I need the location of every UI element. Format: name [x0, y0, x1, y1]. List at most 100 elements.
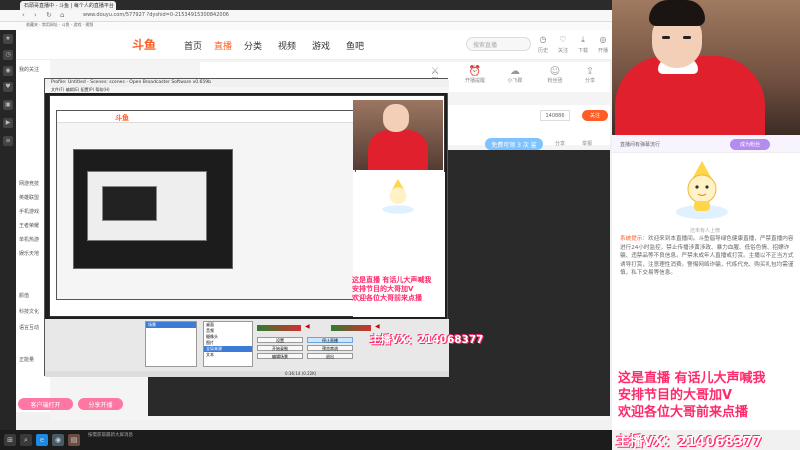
site-header: 斗鱼 首页 直播 分类 视频 游戏 鱼吧 搜索直播 ◷ 历史 ♡ 关注 ⤓ 下载… — [16, 30, 612, 60]
follow-count: 140886 — [540, 110, 570, 121]
nav-yuba[interactable]: 鱼吧 — [346, 39, 364, 52]
preview-overlay-line: 欢迎各位大哥前来点播 — [352, 294, 422, 302]
nav-video[interactable]: 视频 — [278, 39, 296, 52]
mascot-icon — [676, 161, 728, 219]
sidebar-item-follow[interactable]: 我的关注 — [19, 66, 39, 73]
ufo-button[interactable]: ☁ 小飞碟 — [500, 66, 530, 84]
sidebar-item-ent[interactable]: 娱乐天地 — [19, 250, 39, 257]
preview-button[interactable]: 预览串流 — [307, 345, 353, 351]
sidebar-item-wzry[interactable]: 王者荣耀 — [19, 222, 39, 229]
mic-icon[interactable]: ◀ — [375, 323, 380, 330]
exit-button[interactable]: 退出 — [307, 353, 353, 359]
star-icon[interactable]: ★ — [3, 34, 13, 44]
follow-button[interactable]: 关注 — [582, 110, 608, 121]
nav-category[interactable]: 分类 — [244, 39, 262, 52]
screen: e ★ ◷ ◉ ♥ ▣ ▶ ≡ 石頭哥直播中 - 斗鱼 | 每个人的直播平台 ‹… — [0, 0, 800, 450]
sidebar-item-mobile[interactable]: 手机游戏 — [19, 208, 39, 215]
stream-time: 0:36:14 (0.22K) — [285, 371, 317, 376]
search-icon[interactable]: ⌕ — [20, 434, 32, 446]
source-item[interactable]: 文本 — [204, 352, 252, 358]
folder-icon[interactable]: ▤ — [68, 434, 80, 446]
video-icon[interactable]: ▶ — [3, 118, 13, 128]
forward-icon[interactable]: › — [34, 11, 37, 19]
browser-taskbar-icon[interactable]: e — [36, 434, 48, 446]
history-label: 历史 — [537, 48, 548, 54]
mic-volume-meter[interactable] — [331, 325, 371, 331]
start-icon[interactable]: ⊞ — [4, 434, 16, 446]
browser-tab[interactable]: 石頭哥直播中 - 斗鱼 | 每个人的直播平台 — [20, 1, 116, 10]
sidebar-item-positive[interactable]: 正能量 — [19, 356, 34, 363]
alarm-icon: ⏰ — [468, 66, 482, 77]
nav-home[interactable]: 首页 — [184, 39, 202, 52]
sidebar-item-yanzhi[interactable]: 颜值 — [19, 292, 29, 299]
history-icon[interactable]: ◷ — [536, 35, 550, 45]
share-button[interactable]: ⇪ 分享 — [575, 66, 605, 84]
anchor-vx-overlay: 主播VX：214068377 — [616, 434, 762, 450]
sidebar-item-tech[interactable]: 科技文化 — [19, 308, 39, 315]
report-link[interactable]: 举报 — [582, 140, 592, 147]
chat-header: 直播间有弹幕流行 — [612, 135, 800, 153]
eye-left — [662, 36, 670, 39]
stop-stream-button[interactable]: 停止直播 — [307, 337, 353, 343]
broadcast-icon[interactable]: ◎ — [596, 35, 610, 45]
home-icon[interactable]: ⌂ — [60, 11, 64, 19]
follow-label: 关注 — [557, 48, 568, 54]
nested-logo: 斗鱼 — [115, 114, 129, 122]
broadcast-label: 开播 — [597, 48, 608, 54]
obs-status-bar: 0:36:14 (0.22K) — [45, 371, 449, 377]
nested-mascot-icon — [382, 178, 414, 214]
obs-menubar[interactable]: 文件(F) 编辑(E) 配置(P) 帮助(H) — [45, 87, 449, 93]
scene-list[interactable]: 场景 — [145, 321, 197, 367]
speaker-icon[interactable]: ◀ — [305, 323, 310, 330]
nav-game[interactable]: 游戏 — [312, 39, 330, 52]
nested-streamer-face — [383, 104, 409, 132]
sidebar-item-voice[interactable]: 语言互动 — [19, 324, 39, 331]
record-button[interactable]: 开始录制 — [257, 345, 303, 351]
heart-icon[interactable]: ♥ — [3, 82, 13, 92]
scene-item[interactable]: 场景 — [146, 322, 196, 328]
follow-icon[interactable]: ♡ — [556, 35, 570, 45]
stream-overlay-text: 这是直播 有话儿大声喊我 安排节目的大哥加V 欢迎各位大哥前来点播 — [618, 370, 800, 421]
edit-scene-button[interactable]: 编辑场景 — [257, 353, 303, 359]
nav-live[interactable]: 直播 — [214, 39, 232, 52]
bookmarks-bar[interactable]: 收藏夹 · 常用网址 · 斗鱼 · 游戏 · 视频 — [0, 22, 612, 30]
obs-titlebar[interactable]: Profile: Untitled - Scenes: scenes - Ope… — [45, 79, 449, 87]
sidebar-item-lol[interactable]: 英雄联盟 — [19, 194, 39, 201]
douyu-logo[interactable]: 斗鱼 — [132, 36, 172, 53]
back-icon[interactable]: ‹ — [22, 11, 25, 19]
taskbar-tip: 按需获取最新大屏消息 — [88, 433, 133, 438]
open-client-button[interactable]: 客户端打开 — [18, 398, 73, 410]
free-gift-badge[interactable]: 免费可领 3 次 鲨 — [485, 138, 543, 150]
overlay-line: 这是直播 有话儿大声喊我 — [618, 371, 766, 386]
overlay-line: 欢迎各位大哥前来点播 — [618, 405, 749, 420]
share-link[interactable]: 分享 — [555, 140, 565, 147]
obs-taskbar-icon[interactable]: ◉ — [52, 434, 64, 446]
nested-header: 斗鱼 — [57, 111, 357, 123]
nested-streamer-body — [368, 130, 428, 170]
clock-icon[interactable]: ◷ — [3, 50, 13, 60]
streamer-hair — [649, 0, 705, 26]
eye-right — [683, 36, 691, 39]
settings-button[interactable]: 设置 — [257, 337, 303, 343]
source-list[interactable]: 桌面 音频 摄像头 图片 全局来源 文本 — [203, 321, 253, 367]
list-icon[interactable]: ≡ — [3, 136, 13, 146]
desktop-volume-meter[interactable] — [257, 325, 301, 331]
search-input[interactable]: 搜索直播 — [466, 37, 531, 51]
remind-button[interactable]: ⏰ 开播提醒 — [460, 66, 490, 84]
sidebar-item-esports[interactable]: 网游竞技 — [19, 180, 39, 187]
notice-text: 欢迎来到本直播间。斗鱼倡导绿色健康直播，严禁直播内容进行24小时监控，禁止传播涉… — [620, 236, 794, 277]
fans-button[interactable]: ☺ 粉丝团 — [540, 66, 570, 84]
preview-overlay-text: 这是直播 有话儿大声喊我 安排节目的大哥加V 欢迎各位大哥前来点播 — [352, 276, 444, 303]
fans-badge-button[interactable]: 成为粉丝 — [730, 139, 770, 150]
download-icon[interactable]: ⤓ — [576, 35, 590, 45]
url-field[interactable]: www.douyu.com/577927 ?dyshid=0-215349153… — [80, 11, 280, 20]
sidebar-item-single[interactable]: 单机热游 — [19, 236, 39, 243]
fish-icon[interactable]: ◉ — [3, 66, 13, 76]
tab-bar: 石頭哥直播中 - 斗鱼 | 每个人的直播平台 — [0, 0, 612, 10]
mascot-caption: 还未有人上榜 — [689, 228, 720, 234]
share-live-button[interactable]: 分享开播 — [78, 398, 123, 410]
download-label: 下载 — [577, 48, 588, 54]
refresh-icon[interactable]: ↻ — [46, 11, 52, 19]
nested-window-inner — [102, 186, 157, 221]
gamepad-icon[interactable]: ▣ — [3, 100, 13, 110]
